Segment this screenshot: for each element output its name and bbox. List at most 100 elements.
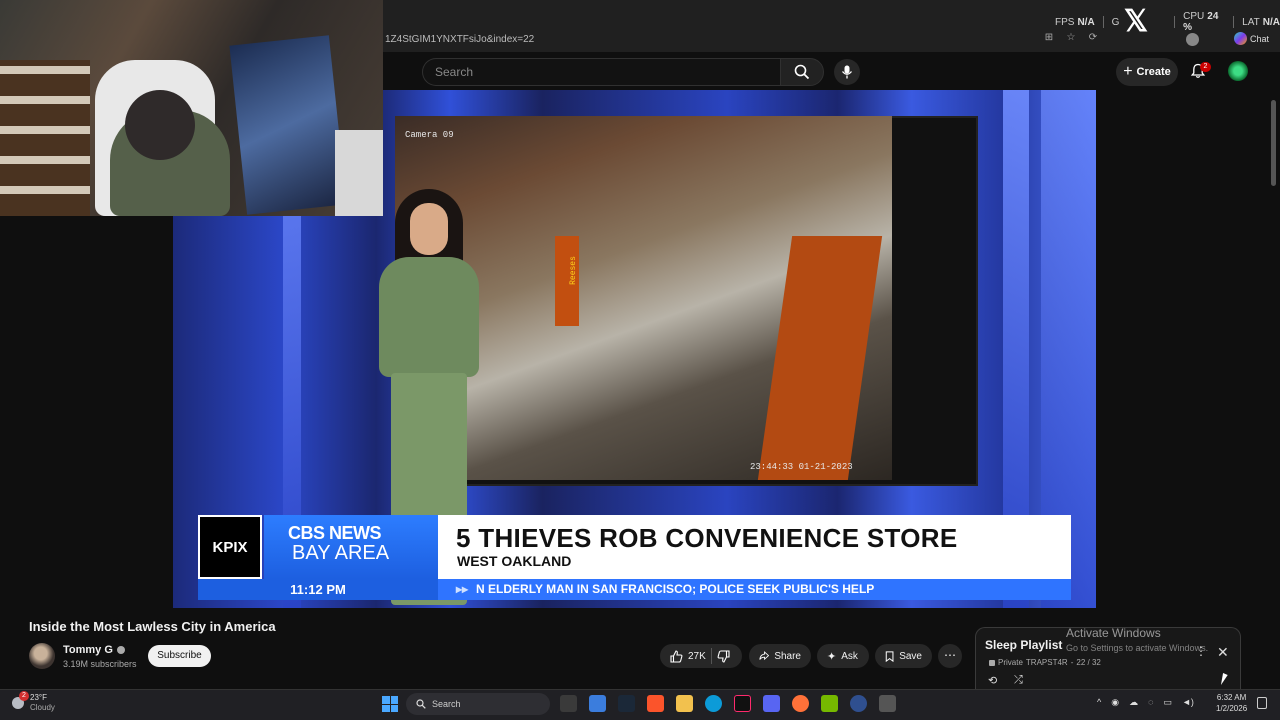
taskbar-search[interactable]: Search — [406, 693, 550, 715]
subscriber-count: 3.19M subscribers — [63, 659, 137, 669]
search-button[interactable] — [780, 58, 824, 86]
cctv-timestamp: 23:44:33 01-21-2023 — [750, 462, 853, 472]
browser-profile-avatar[interactable] — [1186, 33, 1199, 46]
separator: - — [1070, 658, 1074, 667]
weather-alert-badge: 2 — [19, 691, 29, 701]
notification-center-icon[interactable] — [1257, 697, 1267, 709]
search-icon — [416, 699, 426, 709]
tiktok-icon[interactable] — [734, 695, 751, 712]
nvidia-icon[interactable] — [821, 695, 838, 712]
lat-value: N/A — [1262, 16, 1280, 28]
weather-condition: Cloudy — [30, 703, 55, 712]
news-headline: 5 THIEVES ROB CONVENIENCE STORE — [456, 523, 958, 553]
activate-windows-subtitle: Go to Settings to activate Windows. — [1066, 643, 1209, 653]
save-label: Save — [899, 650, 922, 662]
like-button[interactable]: 27K — [670, 649, 706, 663]
favorite-star-icon[interactable]: ☆ — [1065, 32, 1077, 44]
thumbs-down-icon[interactable] — [717, 649, 730, 663]
lat-label: LAT — [1242, 16, 1260, 28]
create-button[interactable]: + Create — [1116, 58, 1178, 86]
webcam-monitor — [335, 130, 383, 216]
thumbs-up-icon — [670, 649, 683, 663]
headline-panel: 5 THIEVES ROB CONVENIENCE STORE WEST OAK… — [438, 515, 1071, 579]
subscribe-button[interactable]: Subscribe — [148, 645, 211, 667]
verified-icon — [116, 646, 125, 654]
divider — [1102, 16, 1104, 28]
firefox-icon[interactable] — [792, 695, 809, 712]
copilot-chat-button[interactable]: Chat — [1234, 32, 1269, 45]
gpu-label: G — [1111, 16, 1120, 28]
channel-avatar[interactable] — [29, 643, 55, 669]
playlist-position: 22 / 32 — [1076, 658, 1101, 667]
loop-icon[interactable]: ⟲ — [988, 674, 997, 687]
playlist-meta: Private TRAPST4R - 22 / 32 — [989, 658, 1101, 667]
voice-search-button[interactable] — [834, 59, 860, 85]
address-bar[interactable]: 1Z4StGIM1YNXTFsiJo&index=22 — [383, 30, 1043, 50]
divider — [1174, 16, 1176, 28]
discord-icon[interactable] — [763, 695, 780, 712]
performance-overlay: FPS N/A G CPU 24 % LAT N/A — [1055, 11, 1280, 33]
monitor-tray-icon[interactable]: ▭ — [1163, 697, 1172, 708]
broadcast-time: 11:12 PM — [198, 579, 438, 600]
copilot-icon — [1234, 32, 1247, 45]
streamer-head — [125, 90, 195, 160]
steam-tray-icon[interactable]: ◉ — [1111, 697, 1119, 708]
playlist-title[interactable]: Sleep Playlist — [985, 638, 1062, 652]
windows-taskbar — [0, 689, 1280, 720]
file-explorer-icon[interactable] — [676, 695, 693, 712]
network-logo: CBS NEWS BAY AREA — [264, 515, 438, 579]
app-available-icon[interactable]: ⊞ — [1043, 32, 1055, 44]
system-tray: ^ ◉ ☁ ◌ ▭ ◄) — [1097, 697, 1194, 708]
account-avatar[interactable] — [1228, 61, 1248, 81]
app-icon[interactable] — [879, 695, 896, 712]
playlist-privacy: Private — [998, 658, 1023, 667]
news-subhead: WEST OAKLAND — [457, 553, 572, 569]
search-input[interactable]: Search — [422, 58, 780, 86]
windows-start-icon[interactable] — [382, 696, 398, 712]
obs-icon[interactable] — [850, 695, 867, 712]
shuffle-icon[interactable]: ⤮ — [1014, 674, 1023, 687]
temperature: 23°F — [30, 693, 47, 702]
task-view-icon[interactable] — [560, 695, 577, 712]
more-actions-button[interactable]: ⋯ — [938, 644, 962, 668]
share-button[interactable]: Share — [749, 644, 811, 668]
sparkle-icon: ✦ — [827, 650, 837, 663]
screen: 1Z4StGIM1YNXTFsiJo&index=22 ⊞ ☆ ⟳ Chat F… — [0, 0, 1280, 720]
webcam-poster — [229, 35, 347, 215]
cloud-tray-icon[interactable]: ☁ — [1129, 697, 1138, 708]
x-logo-icon: 𝕏 — [1123, 5, 1149, 38]
network-name: CBS NEWS — [288, 523, 382, 543]
plus-icon: + — [1123, 63, 1133, 80]
taskbar-search-label: Search — [432, 699, 461, 709]
clock-date: 1/2/2026 — [1216, 704, 1248, 713]
like-dislike-group: 27K — [660, 644, 742, 668]
chat-label: Chat — [1250, 33, 1270, 44]
volume-icon[interactable]: ◄) — [1182, 697, 1194, 708]
page-scrollbar[interactable] — [1271, 100, 1276, 186]
divider — [710, 648, 712, 664]
ask-label: Ask — [841, 650, 858, 662]
close-icon[interactable]: ✕ — [1217, 644, 1229, 661]
fps-value: N/A — [1077, 16, 1095, 28]
video-title: Inside the Most Lawless City in America — [29, 619, 276, 634]
channel-name[interactable]: Tommy G — [63, 644, 113, 656]
chevron-up-icon[interactable]: ^ — [1097, 697, 1101, 708]
store-counter-edge — [757, 236, 883, 480]
channel-name-row[interactable]: Tommy G — [63, 644, 125, 656]
lock-icon — [989, 659, 995, 666]
playlist-owner[interactable]: TRAPST4R — [1026, 658, 1068, 667]
ask-button[interactable]: ✦ Ask — [817, 644, 869, 668]
notepad-icon[interactable] — [589, 695, 606, 712]
steam-icon[interactable] — [618, 695, 635, 712]
ticker-text: N ELDERLY MAN IN SAN FRANCISCO; POLICE S… — [476, 582, 875, 596]
microphone-tray-icon[interactable]: ◌ — [1148, 697, 1153, 708]
extensions-icon[interactable]: ⟳ — [1087, 32, 1099, 44]
notification-count-badge: 2 — [1200, 62, 1211, 72]
ticker-arrow-icon: ▸▸ — [456, 582, 469, 596]
brave-icon[interactable] — [647, 695, 664, 712]
save-button[interactable]: Save — [875, 644, 932, 668]
edge-icon[interactable] — [705, 695, 722, 712]
station-logo: KPIX — [198, 515, 262, 579]
microphone-icon — [841, 65, 853, 79]
taskbar-clock[interactable]: 6:32 AM 1/2/2026 — [1216, 692, 1247, 714]
